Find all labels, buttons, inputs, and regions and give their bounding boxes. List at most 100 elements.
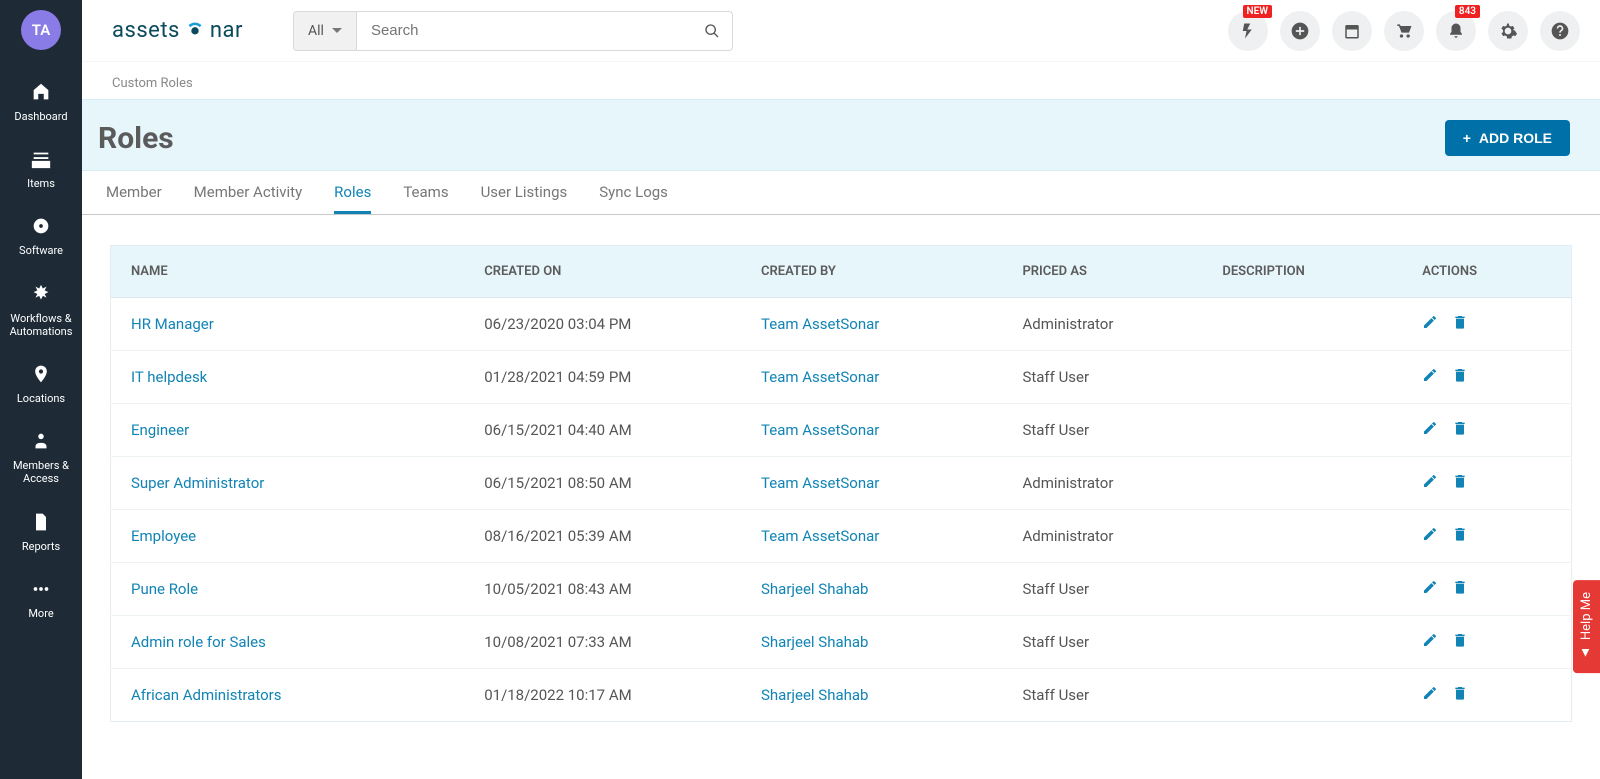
- help-button[interactable]: [1540, 11, 1580, 51]
- trash-icon: [1452, 369, 1468, 387]
- cell-actions: [1402, 616, 1571, 669]
- role-name-link[interactable]: Employee: [111, 510, 465, 563]
- created-by-link[interactable]: Sharjeel Shahab: [741, 563, 1002, 616]
- created-by-link[interactable]: Sharjeel Shahab: [741, 669, 1002, 722]
- edit-button[interactable]: [1422, 685, 1438, 705]
- tab-sync-logs[interactable]: Sync Logs: [599, 171, 668, 214]
- edit-button[interactable]: [1422, 632, 1438, 652]
- sidebar-item-software[interactable]: Software: [0, 204, 82, 271]
- col-header-priced-as[interactable]: PRICED AS: [1002, 246, 1202, 298]
- breadcrumb-item[interactable]: Custom Roles: [112, 76, 193, 91]
- cell-created-on: 10/05/2021 08:43 AM: [464, 563, 741, 616]
- delete-button[interactable]: [1452, 473, 1468, 493]
- logo-text-1: assets: [112, 18, 180, 43]
- sidebar-item-dashboard[interactable]: Dashboard: [0, 70, 82, 137]
- sidebar-item-label: Dashboard: [10, 110, 71, 123]
- trash-icon: [1452, 581, 1468, 599]
- role-name-link[interactable]: Pune Role: [111, 563, 465, 616]
- cell-actions: [1402, 510, 1571, 563]
- delete-button[interactable]: [1452, 367, 1468, 387]
- cell-priced-as: Administrator: [1002, 298, 1202, 351]
- edit-button[interactable]: [1422, 526, 1438, 546]
- delete-button[interactable]: [1452, 526, 1468, 546]
- sidebar-item-reports[interactable]: Reports: [0, 500, 82, 567]
- trash-icon: [1452, 316, 1468, 334]
- cell-actions: [1402, 298, 1571, 351]
- cell-priced-as: Staff User: [1002, 616, 1202, 669]
- add-button[interactable]: [1280, 11, 1320, 51]
- content: NAME CREATED ON CREATED BY PRICED AS DES…: [82, 215, 1600, 752]
- delete-button[interactable]: [1452, 579, 1468, 599]
- tab-member-activity[interactable]: Member Activity: [194, 171, 303, 214]
- cell-description: [1202, 298, 1402, 351]
- created-by-link[interactable]: Sharjeel Shahab: [741, 616, 1002, 669]
- logo[interactable]: assets nar: [112, 18, 243, 44]
- tab-member[interactable]: Member: [106, 171, 162, 214]
- cell-priced-as: Administrator: [1002, 510, 1202, 563]
- cart-button[interactable]: [1384, 11, 1424, 51]
- search-filter-dropdown[interactable]: All: [294, 12, 357, 50]
- trash-icon: [1452, 528, 1468, 546]
- help-me-tab[interactable]: ▲ Help Me: [1573, 580, 1600, 673]
- role-name-link[interactable]: Engineer: [111, 404, 465, 457]
- pencil-icon: [1422, 475, 1438, 493]
- settings-button[interactable]: [1488, 11, 1528, 51]
- edit-button[interactable]: [1422, 473, 1438, 493]
- col-header-actions[interactable]: ACTIONS: [1402, 246, 1571, 298]
- role-name-link[interactable]: Super Administrator: [111, 457, 465, 510]
- cell-created-on: 06/15/2021 04:40 AM: [464, 404, 741, 457]
- avatar[interactable]: TA: [21, 10, 61, 50]
- col-header-description[interactable]: DESCRIPTION: [1202, 246, 1402, 298]
- cell-description: [1202, 404, 1402, 457]
- sidebar-item-workflows[interactable]: Workflows & Automations: [0, 272, 82, 352]
- tab-teams[interactable]: Teams: [403, 171, 448, 214]
- cell-description: [1202, 510, 1402, 563]
- role-name-link[interactable]: HR Manager: [111, 298, 465, 351]
- notifications-button[interactable]: 843: [1436, 11, 1476, 51]
- sidebar-item-label: Items: [23, 177, 59, 190]
- cell-created-on: 10/08/2021 07:33 AM: [464, 616, 741, 669]
- tab-user-listings[interactable]: User Listings: [481, 171, 568, 214]
- role-name-link[interactable]: IT helpdesk: [111, 351, 465, 404]
- pencil-icon: [1422, 369, 1438, 387]
- created-by-link[interactable]: Team AssetSonar: [741, 457, 1002, 510]
- pencil-icon: [1422, 422, 1438, 440]
- role-name-link[interactable]: African Administrators: [111, 669, 465, 722]
- delete-button[interactable]: [1452, 685, 1468, 705]
- cell-priced-as: Staff User: [1002, 563, 1202, 616]
- col-header-name[interactable]: NAME: [111, 246, 465, 298]
- sidebar-item-locations[interactable]: Locations: [0, 352, 82, 419]
- sidebar-item-label: Reports: [18, 540, 64, 553]
- edit-button[interactable]: [1422, 579, 1438, 599]
- delete-button[interactable]: [1452, 420, 1468, 440]
- col-header-created-by[interactable]: CREATED BY: [741, 246, 1002, 298]
- search-input[interactable]: [357, 12, 692, 50]
- tab-roles[interactable]: Roles: [334, 171, 371, 214]
- role-name-link[interactable]: Admin role for Sales: [111, 616, 465, 669]
- add-role-button[interactable]: + ADD ROLE: [1445, 120, 1570, 156]
- plus-circle-icon: [1290, 21, 1310, 41]
- flash-button[interactable]: NEW: [1228, 11, 1268, 51]
- search-button[interactable]: [692, 12, 732, 50]
- cell-description: [1202, 457, 1402, 510]
- sidebar-item-label: More: [24, 607, 57, 620]
- created-by-link[interactable]: Team AssetSonar: [741, 351, 1002, 404]
- edit-button[interactable]: [1422, 314, 1438, 334]
- created-by-link[interactable]: Team AssetSonar: [741, 404, 1002, 457]
- col-header-created-on[interactable]: CREATED ON: [464, 246, 741, 298]
- calendar-button[interactable]: [1332, 11, 1372, 51]
- delete-button[interactable]: [1452, 632, 1468, 652]
- created-by-link[interactable]: Team AssetSonar: [741, 510, 1002, 563]
- chevron-up-icon: ▲: [1579, 646, 1594, 661]
- edit-button[interactable]: [1422, 367, 1438, 387]
- table-row: Pune Role10/05/2021 08:43 AMSharjeel Sha…: [111, 563, 1572, 616]
- created-by-link[interactable]: Team AssetSonar: [741, 298, 1002, 351]
- sidebar-item-items[interactable]: Items: [0, 137, 82, 204]
- sidebar-item-members[interactable]: Members & Access: [0, 419, 82, 499]
- edit-button[interactable]: [1422, 420, 1438, 440]
- delete-button[interactable]: [1452, 314, 1468, 334]
- pencil-icon: [1422, 581, 1438, 599]
- cell-actions: [1402, 457, 1571, 510]
- flash-icon: [1239, 22, 1257, 40]
- sidebar-item-more[interactable]: More: [0, 567, 82, 634]
